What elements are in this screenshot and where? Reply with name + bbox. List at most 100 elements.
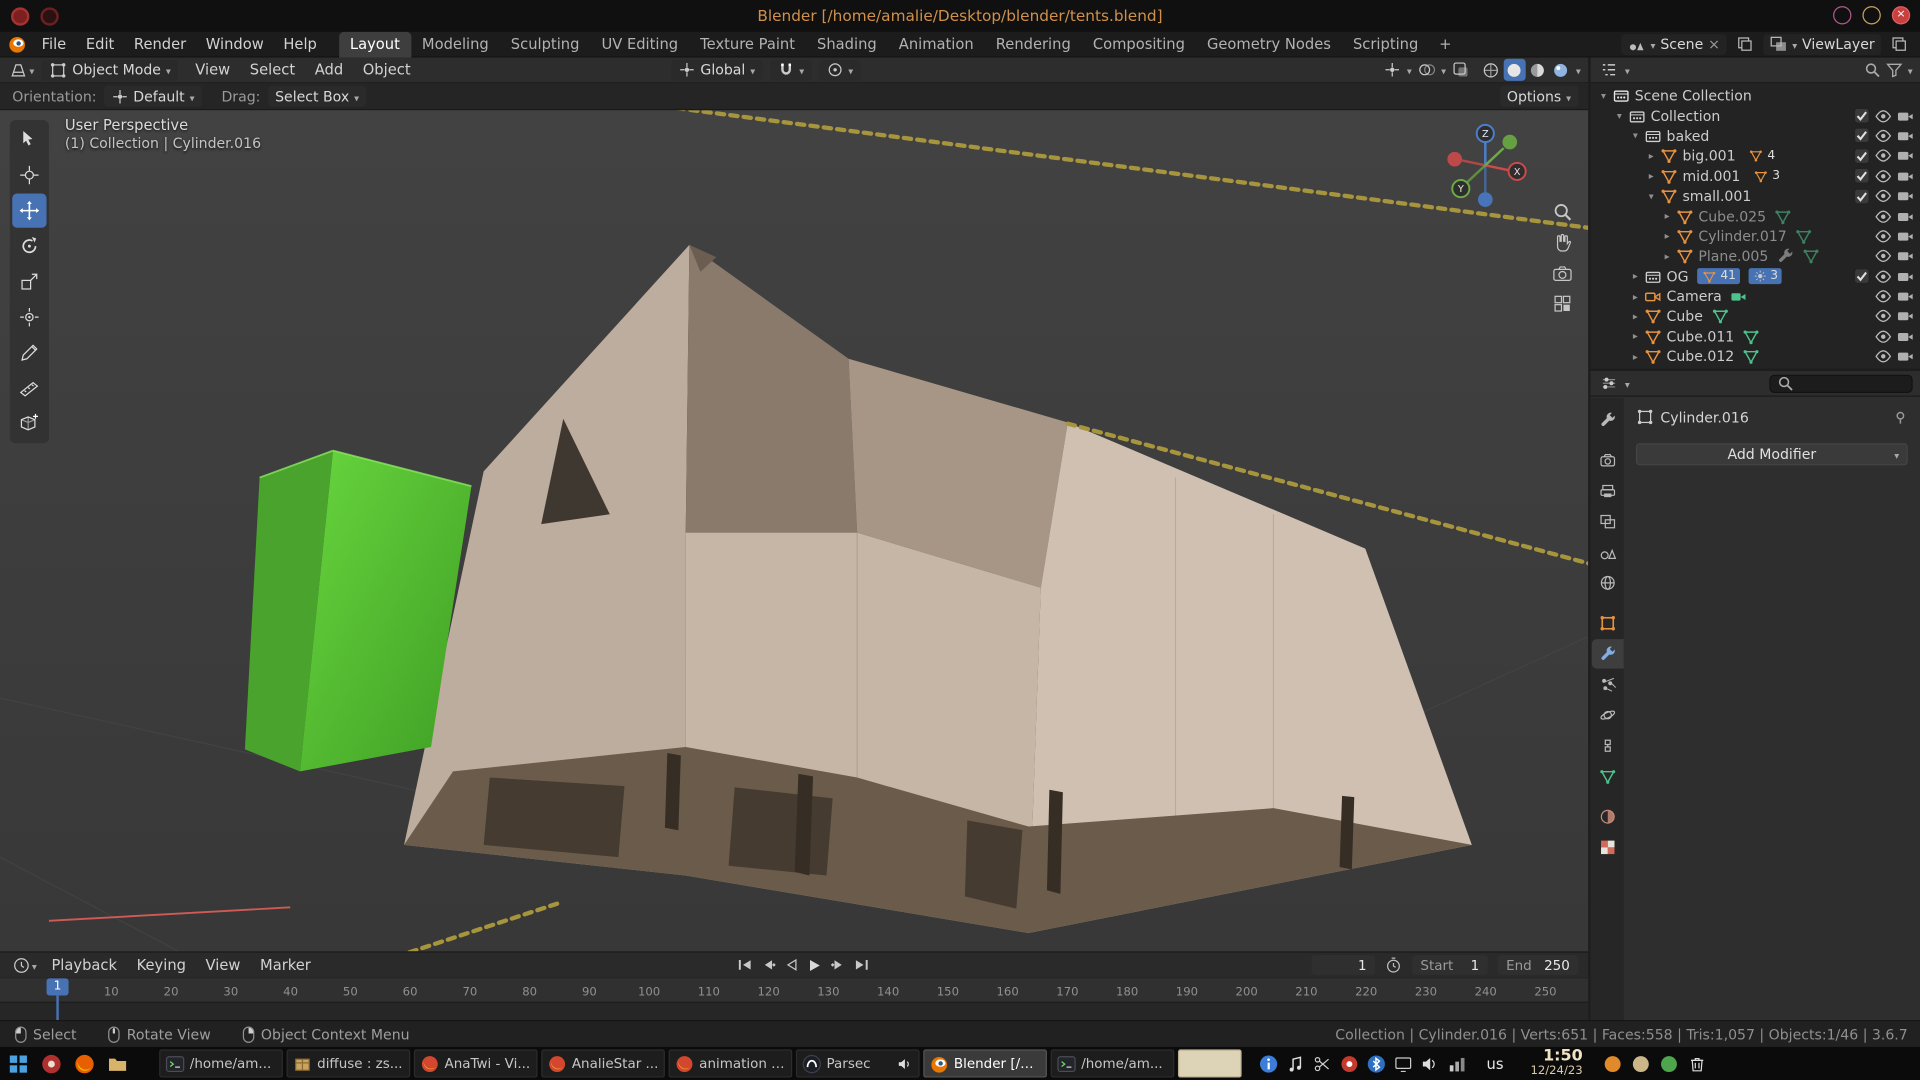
workspace-tab-rendering[interactable]: Rendering bbox=[985, 31, 1082, 57]
hide-viewport-toggle[interactable] bbox=[1872, 348, 1894, 365]
outliner-row-plane-005[interactable]: ▸Plane.005 bbox=[1591, 246, 1920, 266]
disable-render-toggle[interactable] bbox=[1894, 268, 1916, 285]
taskbar-window-blender-h[interactable]: Blender [/h... bbox=[923, 1049, 1047, 1077]
expander-icon[interactable]: ▸ bbox=[1659, 231, 1675, 242]
properties-tab-particles[interactable] bbox=[1592, 670, 1624, 699]
playback-play-rev-button[interactable] bbox=[781, 955, 801, 975]
workspace-tab-texture-paint[interactable]: Texture Paint bbox=[689, 31, 806, 57]
viewport-3d[interactable]: User Perspective (1) Collection | Cylind… bbox=[0, 110, 1588, 951]
close-button[interactable]: × bbox=[1892, 6, 1910, 24]
tool-measure-button[interactable] bbox=[12, 371, 46, 405]
properties-tab-output[interactable] bbox=[1592, 476, 1624, 505]
taskbar-window-anatwi-vi[interactable]: AnaTwi - Vi... bbox=[414, 1049, 538, 1077]
tray-volume-icon[interactable] bbox=[1420, 1054, 1440, 1074]
taskbar-window-analiestar[interactable]: AnalieStar ... bbox=[541, 1049, 665, 1077]
hide-viewport-toggle[interactable] bbox=[1872, 268, 1894, 285]
hide-viewport-toggle[interactable] bbox=[1872, 127, 1894, 144]
options-dropdown[interactable]: Options bbox=[1500, 86, 1579, 107]
selectable-checkbox[interactable] bbox=[1850, 168, 1872, 184]
zoom-icon[interactable] bbox=[1551, 201, 1573, 223]
tool-annotate-button[interactable] bbox=[12, 336, 46, 370]
hide-viewport-toggle[interactable] bbox=[1872, 208, 1894, 225]
outliner-row-cube-012[interactable]: ▸Cube.012 bbox=[1591, 347, 1920, 367]
search-icon[interactable] bbox=[1864, 61, 1881, 78]
taskbar-window-parsec[interactable]: Parsec bbox=[796, 1049, 920, 1077]
outliner-row-big-001[interactable]: ▸big.0014 bbox=[1591, 146, 1920, 166]
selectable-checkbox[interactable] bbox=[1850, 148, 1872, 164]
tool-add-cube-button[interactable] bbox=[12, 407, 46, 441]
properties-tab-texture[interactable] bbox=[1592, 833, 1624, 862]
outliner-row-baked[interactable]: ▾baked bbox=[1591, 126, 1920, 146]
shading-wireframe-button[interactable] bbox=[1480, 59, 1502, 81]
viewport-menu-view[interactable]: View bbox=[185, 58, 239, 82]
properties-tab-data[interactable] bbox=[1592, 762, 1624, 791]
selectable-checkbox[interactable] bbox=[1850, 108, 1872, 124]
tray-net-icon[interactable] bbox=[1447, 1054, 1467, 1074]
timeline-menu-marker[interactable]: Marker bbox=[250, 952, 320, 978]
show-gizmo-toggle[interactable] bbox=[1381, 59, 1403, 81]
launcher-files-launcher[interactable] bbox=[103, 1049, 132, 1077]
timeline-track-area[interactable] bbox=[0, 1002, 1588, 1020]
tool-select-box-button[interactable] bbox=[12, 122, 46, 156]
playback-prev-key-button[interactable] bbox=[758, 955, 778, 975]
tool-rotate-button[interactable] bbox=[12, 229, 46, 263]
timeline-menu-keying[interactable]: Keying bbox=[127, 952, 196, 978]
tray-orange-dot-icon[interactable] bbox=[1602, 1054, 1622, 1074]
maximize-button[interactable] bbox=[1862, 6, 1880, 24]
workspace-tab-scripting[interactable]: Scripting bbox=[1342, 31, 1429, 57]
properties-tab-modifiers[interactable] bbox=[1592, 639, 1624, 668]
outliner-row-cube-025[interactable]: ▸Cube.025 bbox=[1591, 206, 1920, 226]
playhead[interactable]: 1 bbox=[47, 978, 69, 995]
expander-icon[interactable]: ▾ bbox=[1596, 90, 1612, 101]
outliner-row-small-001[interactable]: ▾small.001 bbox=[1591, 186, 1920, 206]
playback-jump-end-button[interactable] bbox=[851, 955, 871, 975]
properties-tab-tool[interactable] bbox=[1592, 405, 1624, 434]
taskbar-window-home-am[interactable]: /home/am... bbox=[1051, 1049, 1175, 1077]
hide-viewport-toggle[interactable] bbox=[1872, 228, 1894, 245]
add-workspace-button[interactable]: + bbox=[1429, 31, 1461, 57]
new-view-layer-icon[interactable] bbox=[1891, 36, 1908, 53]
unlink-scene-icon[interactable]: × bbox=[1708, 36, 1720, 53]
add-modifier-button[interactable]: Add Modifier bbox=[1636, 443, 1908, 465]
playback-next-key-button[interactable] bbox=[828, 955, 848, 975]
properties-tab-render[interactable] bbox=[1592, 446, 1624, 475]
launcher-show-apps[interactable] bbox=[4, 1049, 33, 1077]
menu-file[interactable]: File bbox=[32, 31, 76, 57]
expander-icon[interactable]: ▸ bbox=[1627, 331, 1643, 342]
selectable-checkbox[interactable] bbox=[1850, 268, 1872, 284]
scene-selector[interactable]: Scene × bbox=[1621, 34, 1726, 55]
frame-start-field[interactable]: Start 1 bbox=[1412, 955, 1488, 975]
disable-render-toggle[interactable] bbox=[1894, 308, 1916, 325]
viewport-menu-add[interactable]: Add bbox=[305, 58, 353, 82]
outliner-row-cube[interactable]: ▸Cube bbox=[1591, 306, 1920, 326]
workspace-tab-layout[interactable]: Layout bbox=[339, 31, 411, 57]
playback-play-button[interactable] bbox=[804, 955, 824, 975]
taskbar-clock[interactable]: 1:50 12/24/23 bbox=[1530, 1048, 1582, 1078]
menu-help[interactable]: Help bbox=[274, 31, 327, 57]
outliner-row-mid-001[interactable]: ▸mid.0013 bbox=[1591, 166, 1920, 186]
menu-render[interactable]: Render bbox=[124, 31, 196, 57]
tray-note-icon[interactable] bbox=[1286, 1054, 1306, 1074]
orientation-dropdown[interactable]: Default bbox=[104, 86, 202, 107]
editor-type-button[interactable] bbox=[7, 59, 29, 81]
auto-keying-icon[interactable] bbox=[1385, 956, 1402, 973]
tray-info-icon[interactable] bbox=[1259, 1054, 1279, 1074]
disable-render-toggle[interactable] bbox=[1894, 328, 1916, 345]
proportional-editing-toggle[interactable] bbox=[819, 59, 861, 80]
keyboard-layout-indicator[interactable]: us bbox=[1487, 1055, 1504, 1072]
viewport-menu-object[interactable]: Object bbox=[353, 58, 420, 82]
tray-tan-dot-icon[interactable] bbox=[1630, 1054, 1650, 1074]
tray-record-icon[interactable] bbox=[1340, 1054, 1360, 1074]
disable-render-toggle[interactable] bbox=[1894, 127, 1916, 144]
view-layer-selector[interactable]: ViewLayer bbox=[1763, 34, 1881, 55]
navigation-gizmo[interactable]: Z X Y bbox=[1439, 119, 1532, 212]
expander-icon[interactable]: ▸ bbox=[1627, 271, 1643, 282]
outliner-row-scene-collection[interactable]: ▾Scene Collection bbox=[1591, 86, 1920, 106]
outliner-editor-type-button[interactable] bbox=[1598, 59, 1620, 81]
expander-icon[interactable]: ▸ bbox=[1627, 291, 1643, 302]
hide-viewport-toggle[interactable] bbox=[1872, 328, 1894, 345]
properties-tab-material[interactable] bbox=[1592, 802, 1624, 831]
tray-cut-icon[interactable] bbox=[1313, 1054, 1333, 1074]
disable-render-toggle[interactable] bbox=[1894, 248, 1916, 265]
toggle-ortho-icon[interactable] bbox=[1551, 293, 1573, 315]
